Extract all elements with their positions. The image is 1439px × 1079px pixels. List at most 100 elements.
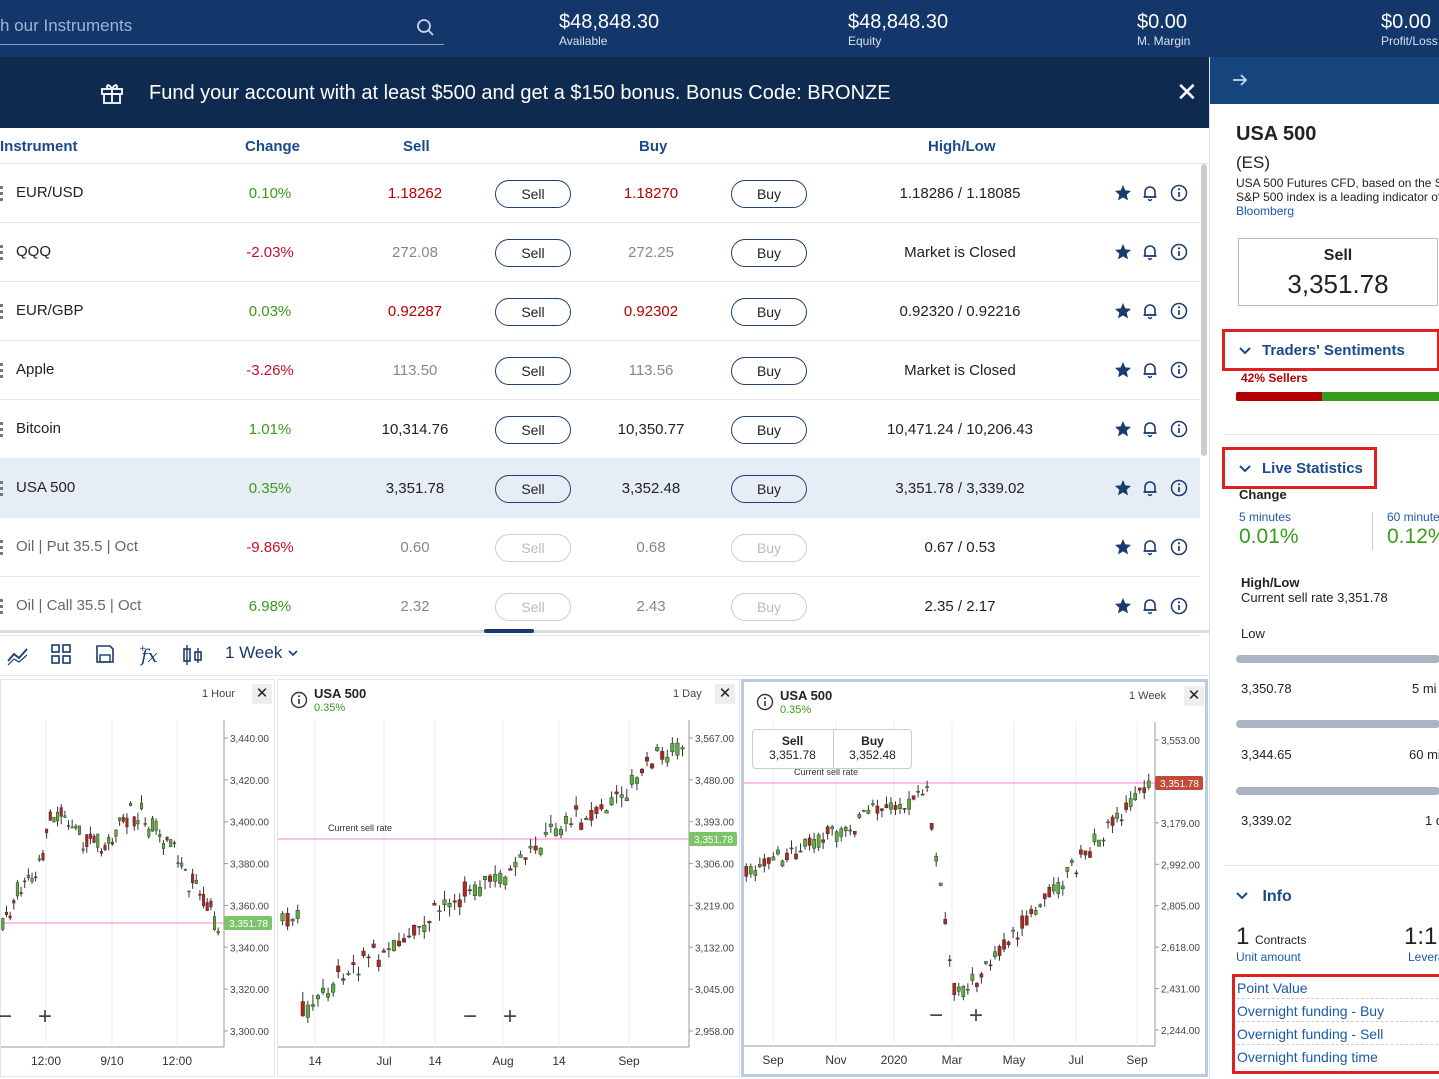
- instrument-row[interactable]: QQQ -2.03% 272.08 Sell 272.25 Buy Market is Cl…: [0, 223, 1200, 282]
- star-icon[interactable]: [1114, 420, 1132, 438]
- sell-button[interactable]: Sell: [495, 416, 571, 444]
- zoom-out-button[interactable]: −: [0, 1003, 25, 1033]
- info-icon[interactable]: [290, 691, 308, 709]
- info-icon[interactable]: [1170, 420, 1188, 438]
- star-icon[interactable]: [1114, 479, 1132, 497]
- chart-panel-1day[interactable]: USA 500 0.35% 1 Day ✕ 3,567.00 3,480.00 3,…: [277, 679, 740, 1077]
- star-icon[interactable]: [1114, 243, 1132, 261]
- info-icon[interactable]: [1170, 538, 1188, 556]
- zoom-out-button[interactable]: −: [450, 1003, 490, 1033]
- traders-sentiments-header[interactable]: Traders' Sentiments: [1222, 329, 1439, 371]
- search-box[interactable]: [0, 12, 444, 45]
- bell-icon[interactable]: [1141, 420, 1159, 438]
- info-icon[interactable]: [1170, 361, 1188, 379]
- close-banner-button[interactable]: ✕: [1176, 79, 1198, 105]
- bell-icon[interactable]: [1141, 184, 1159, 202]
- zoom-in-button[interactable]: +: [956, 1002, 996, 1032]
- buy-button[interactable]: Buy: [731, 357, 807, 385]
- sell-button[interactable]: Sell: [495, 475, 571, 503]
- arrow-right-icon[interactable]: [1230, 70, 1250, 90]
- save-icon[interactable]: [94, 643, 116, 665]
- source-link[interactable]: Bloomberg: [1236, 204, 1294, 218]
- zoom-out-button[interactable]: −: [916, 1002, 956, 1032]
- buy-button[interactable]: Buy: [731, 180, 807, 208]
- timeframe-dropdown[interactable]: 1 Week: [225, 643, 299, 663]
- buy-button[interactable]: Buy: [731, 298, 807, 326]
- table-scrollbar[interactable]: [1201, 164, 1207, 456]
- close-chart-button[interactable]: ✕: [1184, 686, 1204, 706]
- candle: [77, 825, 82, 835]
- buy-button[interactable]: Buy: [731, 475, 807, 503]
- info-icon[interactable]: [756, 693, 774, 711]
- star-icon[interactable]: [1114, 302, 1132, 320]
- candle: [925, 786, 929, 788]
- bell-icon[interactable]: [1141, 243, 1159, 261]
- drag-handle-icon[interactable]: [0, 481, 3, 496]
- compare-icon[interactable]: [181, 643, 205, 667]
- buy-button[interactable]: Buy: [731, 416, 807, 444]
- star-icon[interactable]: [1114, 538, 1132, 556]
- drag-handle-icon[interactable]: [0, 304, 3, 319]
- info-icon[interactable]: [1170, 184, 1188, 202]
- chart-panel-1hour[interactable]: 1 Hour ✕ 3,440.00 3,420.00 3,400.00 3,380.0…: [0, 679, 275, 1077]
- live-statistics-header[interactable]: Live Statistics: [1222, 447, 1377, 489]
- chart-type-icon[interactable]: [6, 643, 30, 667]
- search-icon[interactable]: [416, 18, 436, 38]
- buy-button[interactable]: Buy: [731, 593, 807, 621]
- sell-button[interactable]: Sell 3,351.78: [1238, 238, 1438, 306]
- star-icon[interactable]: [1114, 184, 1132, 202]
- star-icon[interactable]: [1114, 361, 1132, 379]
- drag-handle-icon[interactable]: [0, 599, 3, 614]
- close-chart-button[interactable]: ✕: [715, 684, 735, 704]
- sell-button[interactable]: Sell: [495, 239, 571, 267]
- quick-sell[interactable]: Sell 3,351.78: [753, 734, 832, 762]
- sell-button[interactable]: Sell: [495, 534, 571, 562]
- quick-buy[interactable]: Buy 3,352.48: [833, 734, 912, 762]
- sell-button[interactable]: Sell: [495, 593, 571, 621]
- zoom-in-button[interactable]: +: [490, 1003, 530, 1033]
- drag-handle-icon[interactable]: [0, 540, 3, 555]
- instrument-row[interactable]: Apple -3.26% 113.50 Sell 113.56 Buy Market is …: [0, 341, 1200, 400]
- layout-grid-icon[interactable]: [50, 643, 72, 665]
- info-icon[interactable]: [1170, 302, 1188, 320]
- instrument-row[interactable]: EUR/USD 0.10% 1.18262 Sell 1.18270 Buy 1.18286…: [0, 164, 1200, 223]
- candle: [321, 987, 326, 993]
- instrument-row[interactable]: USA 500 0.35% 3,351.78 Sell 3,352.48 Buy 3,351…: [0, 459, 1200, 518]
- header-change[interactable]: Change: [245, 138, 300, 155]
- bell-icon[interactable]: [1141, 597, 1159, 615]
- candle: [1128, 798, 1133, 808]
- info-header[interactable]: Info: [1236, 888, 1292, 906]
- sell-button[interactable]: Sell: [495, 180, 571, 208]
- candle: [462, 881, 467, 897]
- x-tick-label: May: [1003, 1053, 1026, 1067]
- indicator-fx-icon[interactable]: fx+: [138, 643, 162, 667]
- sell-button[interactable]: Sell: [495, 298, 571, 326]
- zoom-in-button[interactable]: +: [25, 1003, 65, 1033]
- instrument-row[interactable]: Bitcoin 1.01% 10,314.76 Sell 10,350.77 Buy 10,…: [0, 400, 1200, 459]
- buy-button[interactable]: Buy: [731, 239, 807, 267]
- candle: [1051, 884, 1056, 892]
- range-5min-label: 5 mi: [1412, 681, 1437, 696]
- buy-button[interactable]: Buy: [731, 534, 807, 562]
- close-chart-button[interactable]: ✕: [252, 684, 272, 704]
- info-icon[interactable]: [1170, 479, 1188, 497]
- header-instrument[interactable]: Instrument: [0, 138, 78, 155]
- bell-icon[interactable]: [1141, 361, 1159, 379]
- drag-handle-icon[interactable]: [0, 245, 3, 260]
- bell-icon[interactable]: [1141, 479, 1159, 497]
- sell-button[interactable]: Sell: [495, 357, 571, 385]
- drag-handle-icon[interactable]: [0, 363, 3, 378]
- info-icon[interactable]: [1170, 597, 1188, 615]
- instrument-row[interactable]: Oil | Call 35.5 | Oct 6.98% 2.32 Sell 2.43 Bu…: [0, 577, 1200, 636]
- chart-panel-1week[interactable]: USA 500 0.35% 1 Week ✕ Sell 3,351.78 Buy 3…: [741, 679, 1208, 1077]
- star-icon[interactable]: [1114, 597, 1132, 615]
- drag-handle-icon[interactable]: [0, 186, 3, 201]
- instrument-row[interactable]: Oil | Put 35.5 | Oct -9.86% 0.60 Sell 0.68 Bu…: [0, 518, 1200, 577]
- bell-icon[interactable]: [1141, 538, 1159, 556]
- bell-icon[interactable]: [1141, 302, 1159, 320]
- instrument-row[interactable]: EUR/GBP 0.03% 0.92287 Sell 0.92302 Buy 0.92320…: [0, 282, 1200, 341]
- search-input[interactable]: [0, 16, 400, 36]
- drag-handle-icon[interactable]: [0, 422, 3, 437]
- candle: [136, 820, 140, 825]
- info-icon[interactable]: [1170, 243, 1188, 261]
